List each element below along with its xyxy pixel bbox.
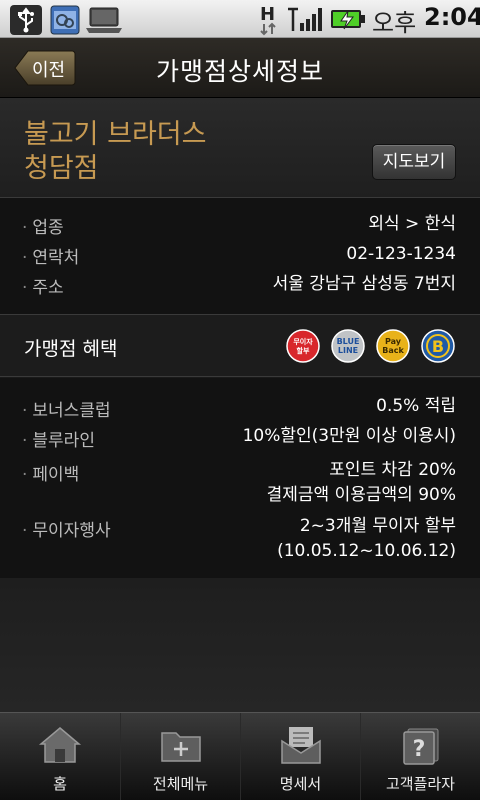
info-value-phone[interactable]: 02-123-1234 (346, 242, 456, 267)
info-value-category: 외식 > 한식 (368, 214, 456, 234)
interest-free-badge-icon: 무이자 할부 (286, 329, 320, 363)
tab-customer-plaza-label: 고객플라자 (385, 775, 455, 793)
tab-all-menu-label: 전체메뉴 (152, 775, 209, 793)
payback-badge-text1: Pay (385, 337, 402, 346)
store-name-line2: 청담점 (24, 153, 99, 184)
detail-value-payback: 포인트 차감 20% 결제금액 이용금액의 90% (267, 458, 456, 508)
notification-icon (50, 5, 80, 35)
b-badge-icon: B (421, 329, 455, 363)
payback-badge-icon: Pay Back (376, 329, 410, 363)
svg-text:?: ? (413, 737, 426, 762)
network-h-icon: H (260, 4, 276, 36)
detail-value-bonus-club: 0.5% 적립 (376, 394, 456, 419)
title-bar: 이전 가맹점상세정보 (0, 38, 480, 98)
detail-value-payback-line1: 포인트 차감 20% (329, 460, 456, 480)
help-icon: ? (403, 728, 439, 765)
statement-mail-icon (281, 727, 321, 764)
benefit-details-section: 보너스클럽 0.5% 적립 블루라인 10%할인(3만원 이상 이용시) 페이백… (0, 378, 480, 578)
bottom-tab-bar: 홈 전체메뉴 명세서 ? 고객플라자 (0, 712, 480, 800)
payback-badge-text2: Back (382, 346, 404, 355)
usb-icon (10, 5, 42, 35)
blue-line-badge-text1: BLUE (337, 337, 360, 346)
content-filler (0, 578, 480, 712)
status-bar: H 오후 2:04 (0, 0, 480, 38)
network-type-text: H (260, 4, 275, 25)
tab-statement[interactable]: 명세서 (240, 713, 360, 800)
b-badge-text1: B (432, 337, 444, 356)
detail-value-interest-free: 2~3개월 무이자 할부 (10.05.12~10.06.12) (277, 514, 456, 564)
detail-value-blue-line: 10%할인(3만원 이상 이용시) (243, 424, 456, 449)
interest-free-badge-text2: 할부 (297, 346, 310, 355)
blue-line-badge-icon: BLUE LINE (331, 329, 365, 363)
view-map-button[interactable]: 지도보기 (372, 144, 456, 180)
laptop-icon (86, 7, 122, 33)
store-header: 불고기 브라더스 청담점 지도보기 (0, 98, 480, 198)
detail-value-blue-line-line1: 10%할인(3만원 이상 이용시) (242, 426, 456, 446)
benefits-title: 가맹점 혜택 (24, 338, 118, 360)
page-title: 가맹점상세정보 (155, 57, 324, 86)
status-ampm: 오후 (372, 9, 417, 37)
info-label-category: 업종 (22, 213, 63, 238)
detail-label-bonus-club: 보너스클럽 (22, 396, 110, 421)
tab-statement-label: 명세서 (279, 775, 322, 793)
signal-icon (288, 7, 322, 31)
info-label-address: 주소 (22, 273, 63, 298)
battery-charging-icon (331, 10, 365, 30)
detail-value-bonus-club-line1: 0.5% 적립 (376, 396, 456, 416)
blue-line-badge-text2: LINE (338, 346, 358, 355)
basic-info-section: 업종 외식 > 한식 연락처 02-123-1234 주소 서울 강남구 삼성동… (0, 198, 480, 315)
tab-customer-plaza[interactable]: ? 고객플라자 (360, 713, 480, 800)
store-name: 불고기 브라더스 청담점 (24, 118, 324, 186)
tab-all-menu[interactable]: 전체메뉴 (120, 713, 240, 800)
info-label-phone: 연락처 (22, 243, 79, 268)
detail-label-blue-line: 블루라인 (22, 426, 95, 451)
folder-add-icon (161, 732, 201, 762)
store-name-line1: 불고기 브라더스 (24, 119, 207, 150)
tab-home[interactable]: 홈 (0, 713, 120, 800)
detail-value-interest-free-line2: (10.05.12~10.06.12) (277, 541, 456, 561)
detail-label-payback: 페이백 (22, 460, 79, 485)
interest-free-badge-text1: 무이자 (293, 337, 313, 346)
status-time: 2:04 (424, 3, 480, 31)
detail-value-payback-line2: 결제금액 이용금액의 90% (266, 485, 456, 505)
home-icon (38, 727, 82, 763)
benefits-section: 가맹점 혜택 무이자 할부 BLUE LINE Pay Back B (0, 315, 480, 377)
info-value-address: 서울 강남구 삼성동 7번지 (272, 274, 456, 294)
detail-value-interest-free-line1: 2~3개월 무이자 할부 (299, 516, 456, 536)
tab-home-label: 홈 (53, 775, 67, 793)
detail-label-interest-free: 무이자행사 (22, 516, 110, 541)
